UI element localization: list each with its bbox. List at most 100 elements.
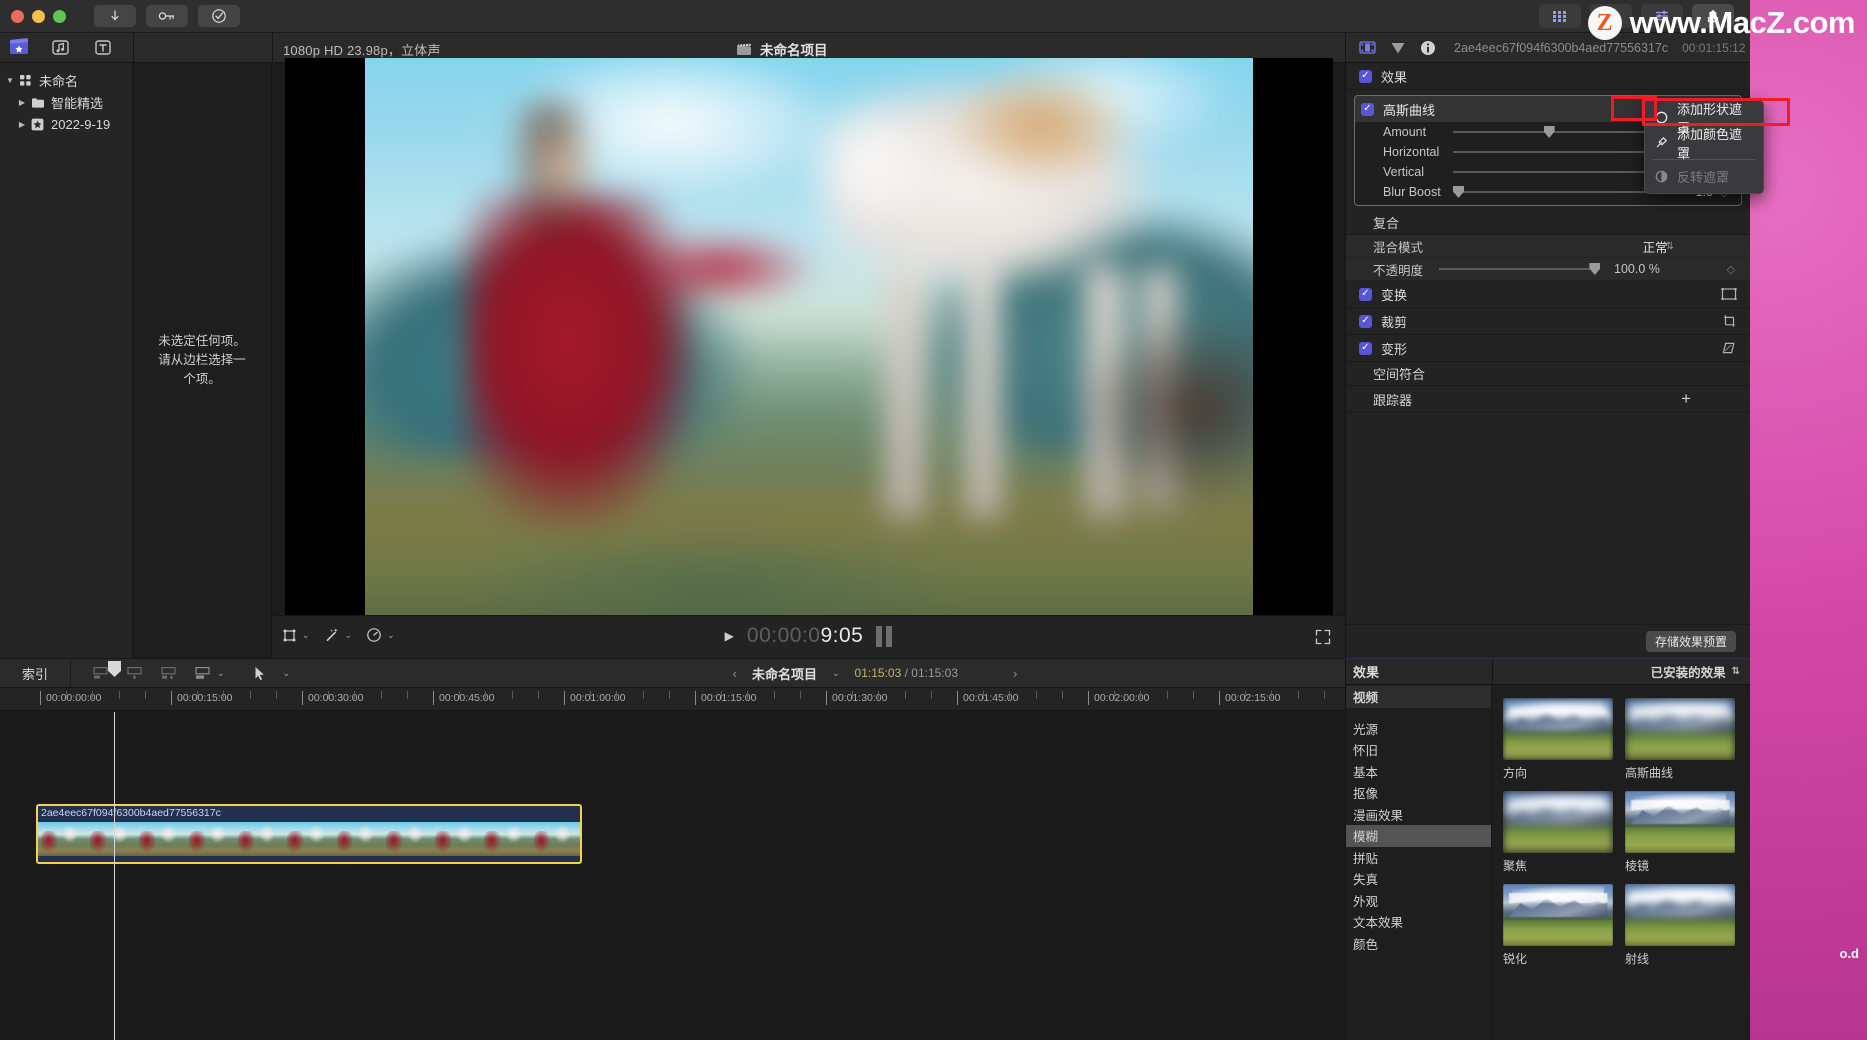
ruler-minor-tick	[118, 691, 120, 699]
close-window-button[interactable]	[11, 9, 24, 23]
viewer-canvas[interactable]	[272, 58, 1345, 620]
fullscreen-button[interactable]	[1315, 629, 1331, 648]
crop-section-row[interactable]: ✓ 裁剪	[1346, 308, 1750, 335]
invert-mask-icon	[1655, 170, 1668, 183]
blend-mode-row[interactable]: 混合模式 正常 ⇅	[1346, 235, 1750, 258]
titles-library-icon[interactable]	[92, 36, 114, 58]
timeline-history-back[interactable]: ‹	[733, 666, 737, 681]
param-slider[interactable]	[1453, 125, 1659, 139]
effects-category-item[interactable]: 基本	[1346, 761, 1491, 783]
param-slider[interactable]	[1453, 185, 1659, 199]
effect-thumbnail-item[interactable]: 锐化	[1503, 884, 1613, 967]
timeline-clip[interactable]: 2ae4eec67f094f6300b4aed77556317c	[36, 804, 582, 864]
film-library-icon[interactable]	[8, 36, 30, 58]
sidebar-item-label: 未命名	[39, 73, 79, 89]
library-sidebar[interactable]: ▼ 未命名 ▶ 智能精选 ▶ 2022-9-19	[0, 63, 133, 658]
effects-category-item[interactable]: 模糊	[1346, 825, 1491, 847]
transform-label: 变换	[1381, 287, 1408, 303]
opacity-slider[interactable]	[1439, 262, 1601, 276]
clip-thumbnail	[432, 822, 482, 856]
ruler-minor-tick	[668, 691, 670, 699]
effects-category-item[interactable]: 光源	[1346, 718, 1491, 740]
effects-grid[interactable]: 方向 高斯曲线聚焦 棱镜 锐化 射线	[1493, 686, 1750, 1040]
ruler-minor-tick	[537, 691, 539, 699]
viewer-transport-bar: ⌄ ⌄ ⌄ ▶ 00:00:09:05	[272, 615, 1345, 658]
inspector-duration: 00:01:15:12	[1682, 40, 1746, 55]
viewer-timecode-display[interactable]: ▶ 00:00:09:05	[272, 624, 1345, 648]
effects-category-item[interactable]: 失真	[1346, 868, 1491, 890]
effect-thumbnail-item[interactable]: 棱镜	[1625, 791, 1735, 874]
save-effects-preset-button[interactable]: 存储效果预置	[1645, 631, 1736, 652]
sidebar-item-label: 2022-9-19	[51, 116, 111, 132]
effects-category-item[interactable]: 漫画效果	[1346, 804, 1491, 826]
keyword-button[interactable]	[146, 5, 188, 27]
chevron-down-icon[interactable]: ⌄	[832, 668, 840, 679]
info-inspector-icon[interactable]	[1420, 40, 1436, 56]
pause-icon[interactable]	[876, 625, 893, 647]
timeline-history-forward[interactable]: ›	[1013, 666, 1017, 681]
keyframe-button[interactable]: ◇	[1720, 263, 1742, 276]
installed-effects-filter[interactable]: 已安装的效果 ⇅	[1493, 662, 1750, 681]
disclosure-open-icon[interactable]: ▼	[4, 76, 16, 85]
opacity-value[interactable]: 100.0 %	[1614, 262, 1660, 276]
transform-section-row[interactable]: ✓ 变换	[1346, 281, 1750, 308]
effects-category-item[interactable]: 颜色	[1346, 933, 1491, 955]
effects-category-item[interactable]: 文本效果	[1346, 911, 1491, 933]
sidebar-item-smart-collections[interactable]: ▶ 智能精选	[0, 91, 132, 113]
blend-mode-value[interactable]: 正常	[1643, 237, 1668, 256]
distort-section-row[interactable]: ✓ 变形	[1346, 335, 1750, 362]
effects-checkbox[interactable]: ✓	[1359, 69, 1372, 83]
effects-category-item[interactable]: 拼贴	[1346, 847, 1491, 869]
playhead[interactable]	[108, 661, 121, 1040]
mask-dropdown-menu[interactable]: 添加形状遮罩 添加颜色遮罩 反转遮罩	[1644, 100, 1764, 194]
effect-thumbnail-item[interactable]: 射线	[1625, 884, 1735, 967]
play-icon[interactable]: ▶	[725, 629, 734, 643]
distort-icon[interactable]	[1720, 341, 1737, 355]
traffic-lights[interactable]	[11, 9, 66, 23]
disclosure-closed-icon[interactable]: ▶	[16, 120, 28, 129]
effect-thumbnail-item[interactable]: 聚焦	[1503, 791, 1613, 874]
menu-item-add-color-mask[interactable]: 添加颜色遮罩	[1645, 127, 1763, 161]
category-spacer	[1346, 708, 1491, 718]
ruler-minor-tick	[380, 691, 382, 699]
sidebar-item-library[interactable]: ▼ 未命名	[0, 69, 132, 91]
tracker-row[interactable]: 跟踪器 +	[1346, 386, 1750, 413]
stepper-icon[interactable]: ⇅	[1666, 241, 1674, 252]
effects-section-row[interactable]: ✓ 效果	[1346, 63, 1750, 90]
disclosure-closed-icon[interactable]: ▶	[16, 98, 28, 107]
grid-icon[interactable]	[1539, 4, 1581, 28]
effect-thumbnail-item[interactable]: 高斯曲线	[1625, 698, 1735, 781]
sidebar-item-event[interactable]: ▶ 2022-9-19	[0, 113, 132, 135]
effect-name-label: 聚焦	[1503, 859, 1528, 873]
analyze-button[interactable]	[198, 5, 240, 27]
clip-filmstrip	[38, 822, 580, 856]
distort-label: 变形	[1381, 341, 1408, 357]
video-inspector-icon[interactable]	[1359, 40, 1376, 55]
param-slider[interactable]	[1453, 165, 1659, 179]
effect-enable-checkbox[interactable]: ✓	[1361, 102, 1374, 116]
effect-thumbnail-item[interactable]: 方向	[1503, 698, 1613, 781]
crop-checkbox[interactable]: ✓	[1359, 314, 1372, 328]
opacity-row[interactable]: 不透明度 100.0 % ◇	[1346, 258, 1750, 281]
color-inspector-icon[interactable]	[1390, 41, 1406, 55]
sidebar-item-label: 智能精选	[51, 95, 104, 111]
effects-category-item[interactable]: 外观	[1346, 890, 1491, 912]
effects-category-item[interactable]: 怀旧	[1346, 739, 1491, 761]
crop-icon[interactable]	[1721, 314, 1737, 328]
distort-checkbox[interactable]: ✓	[1359, 341, 1372, 355]
transform-icon[interactable]	[1721, 287, 1737, 301]
effects-category-header[interactable]: 视频	[1346, 686, 1491, 708]
param-slider[interactable]	[1453, 145, 1659, 159]
ruler-minor-tick	[1035, 691, 1037, 699]
music-library-icon[interactable]	[50, 36, 72, 58]
ruler-minor-tick	[66, 691, 68, 699]
maximize-window-button[interactable]	[53, 9, 66, 23]
effects-category-item[interactable]: 抠像	[1346, 782, 1491, 804]
ruler-minor-tick	[249, 691, 251, 699]
transform-checkbox[interactable]: ✓	[1359, 287, 1372, 301]
event-browser[interactable]: 未选定任何项。 请从边栏选择一 个项。	[133, 63, 272, 658]
tracker-add-button[interactable]: +	[1681, 389, 1691, 409]
minimize-window-button[interactable]	[32, 9, 45, 23]
effects-category-list[interactable]: 视频光源 怀旧 基本 抠像 漫画效果 模糊 拼贴 失真 外观 文本效果 颜色	[1346, 686, 1492, 1040]
import-media-button[interactable]	[94, 5, 136, 27]
